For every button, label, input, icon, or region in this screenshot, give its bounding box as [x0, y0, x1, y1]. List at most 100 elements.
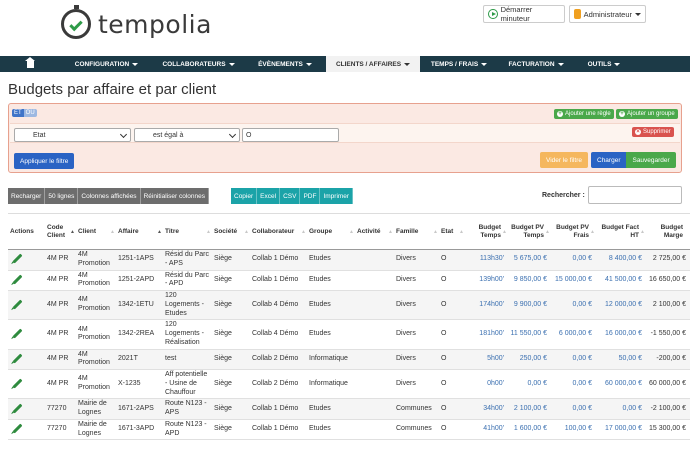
apply-filter-button[interactable]: Appliquer le filtre — [14, 153, 75, 169]
column-header[interactable]: Collaborateur ▲ — [250, 213, 307, 250]
actions-cell — [8, 249, 45, 271]
page-length-button[interactable]: 50 lignes — [45, 188, 79, 204]
column-header[interactable]: Affaire ▲ — [116, 213, 163, 250]
column-header[interactable]: Budget Temps ▲ — [465, 213, 508, 250]
edit-pencil-icon[interactable] — [12, 328, 23, 339]
actions-cell — [8, 419, 45, 441]
logic-or-button[interactable]: OU — [23, 109, 37, 117]
load-button[interactable]: Charger — [591, 152, 627, 168]
table-cell: 174h00' — [465, 290, 508, 321]
value-input[interactable]: O — [242, 128, 339, 142]
table-cell: 1251-1APS — [116, 249, 163, 271]
print-button[interactable]: Imprimer — [320, 188, 354, 204]
table-cell: 6 000,00 € — [551, 319, 596, 350]
table-cell: Collab 4 Démo — [250, 319, 307, 350]
load-save-group: Charger Sauvegarder — [591, 152, 676, 168]
delete-rule-button[interactable]: × Supprimer — [632, 127, 674, 137]
nav-outils[interactable]: OUTILS — [574, 56, 634, 72]
column-header: Actions — [8, 213, 45, 250]
column-visibility-button[interactable]: Colonnes affichées — [78, 188, 141, 204]
edit-pencil-icon[interactable] — [12, 353, 23, 364]
edit-pencil-icon[interactable] — [12, 299, 23, 310]
column-header[interactable]: Titre ▲ — [163, 213, 212, 250]
clear-filter-button[interactable]: Vider le filtre — [540, 152, 589, 168]
sort-icon: ▲ — [206, 229, 211, 235]
plus-icon: + — [619, 111, 625, 117]
column-header[interactable]: Activité ▲ — [355, 213, 394, 250]
search-input[interactable] — [588, 186, 682, 204]
user-icon — [574, 9, 581, 19]
column-header[interactable]: Budget PV Temps ▲ — [508, 213, 551, 250]
operator-select[interactable]: est égal à — [134, 128, 240, 142]
start-timer-button[interactable]: Démarrer minuteur — [483, 5, 565, 23]
table-cell: O — [439, 319, 465, 350]
column-header[interactable]: Famille ▲ — [394, 213, 439, 250]
table-cell: Informatique — [307, 349, 355, 370]
copy-button[interactable]: Copier — [231, 188, 258, 204]
table-cell: 41h00' — [465, 419, 508, 441]
column-header[interactable]: Société ▲ — [212, 213, 250, 250]
reload-button[interactable]: Recharger — [8, 188, 46, 204]
table-row: 4M PR 4M Promotion 2021T test Siège Collab 2 … — [8, 349, 690, 370]
close-icon: × — [635, 129, 641, 135]
nav-label: CONFIGURATION — [74, 60, 130, 68]
field-select[interactable]: Etat — [14, 128, 131, 142]
nav-home[interactable] — [0, 56, 60, 72]
csv-button[interactable]: CSV — [280, 188, 301, 204]
nav-collaborateurs[interactable]: COLLABORATEURS — [153, 56, 244, 72]
caret-down-icon — [228, 62, 235, 66]
edit-pencil-icon[interactable] — [12, 423, 23, 434]
table-cell: 15 000,00 € — [551, 270, 596, 291]
column-header[interactable]: Etat ▲ — [439, 213, 465, 250]
user-menu-button[interactable]: Administrateur — [569, 5, 646, 23]
nav-clients-affaires[interactable]: CLIENTS / AFFAIRES — [326, 56, 420, 72]
edit-pencil-icon[interactable] — [12, 378, 23, 389]
nav-evenements[interactable]: ÉVÈNEMENTS — [244, 56, 326, 72]
page-title: Budgets par affaire et par client — [8, 81, 217, 98]
table-cell — [355, 290, 394, 321]
brand-name: tempolia — [98, 9, 212, 39]
save-button[interactable]: Sauvegarder — [626, 152, 676, 168]
tempolia-logo[interactable]: tempolia — [61, 5, 212, 39]
table-cell: Collab 4 Démo — [250, 290, 307, 321]
column-header[interactable]: Budget Marge — [646, 213, 690, 250]
column-header[interactable]: Groupe ▲ — [307, 213, 355, 250]
sort-icon: ▲ — [640, 229, 645, 235]
delete-rule-label: Supprimer — [643, 129, 671, 135]
sort-icon: ▲ — [349, 229, 354, 235]
add-rule-button[interactable]: + Ajouter une règle — [554, 109, 614, 119]
column-header[interactable]: Client ▲ — [76, 213, 116, 250]
table-cell: 2021T — [116, 349, 163, 370]
table-cell: Collab 2 Démo — [250, 369, 307, 400]
nav-temps-frais[interactable]: TEMPS / FRAIS — [420, 56, 498, 72]
table-cell: 60 000,00 € — [646, 369, 690, 400]
sort-icon: ▲ — [301, 229, 306, 235]
nav-configuration[interactable]: CONFIGURATION — [60, 56, 153, 72]
table-cell: 8 400,00 € — [596, 249, 646, 271]
column-header[interactable]: Budget Fact HT ▲ — [596, 213, 646, 250]
table-cell: 1342-1ETU — [116, 290, 163, 321]
chevron-down-icon — [119, 130, 128, 139]
edit-pencil-icon[interactable] — [12, 403, 23, 414]
column-header[interactable]: Code Client ▲ — [45, 213, 76, 250]
table-cell: Siège — [212, 369, 250, 400]
column-header-label: Budget PV Temps — [511, 223, 544, 239]
nav-facturation[interactable]: FACTURATION — [498, 56, 574, 72]
add-group-button[interactable]: + Ajouter un groupe — [616, 109, 678, 119]
table-cell: O — [439, 419, 465, 441]
table-cell: 1 600,00 € — [508, 419, 551, 441]
excel-button[interactable]: Excel — [257, 188, 281, 204]
table-cell: Siège — [212, 398, 250, 420]
caret-down-icon — [614, 62, 621, 66]
sort-icon: ▲ — [110, 229, 115, 235]
table-cell — [355, 319, 394, 350]
edit-pencil-icon[interactable] — [12, 274, 23, 285]
pdf-button[interactable]: PDF — [300, 188, 321, 204]
table-row: 4M PR 4M Promotion 1251-2APD Résid du Parc … — [8, 270, 690, 291]
logic-and-button[interactable]: ET — [12, 109, 24, 117]
edit-pencil-icon[interactable] — [12, 253, 23, 264]
reset-columns-button[interactable]: Réinitialiser colonnes — [140, 188, 209, 204]
column-header[interactable]: Budget PV Frais ▲ — [551, 213, 596, 250]
table-cell: 2 725,00 € — [646, 249, 690, 271]
table-cell — [355, 270, 394, 291]
